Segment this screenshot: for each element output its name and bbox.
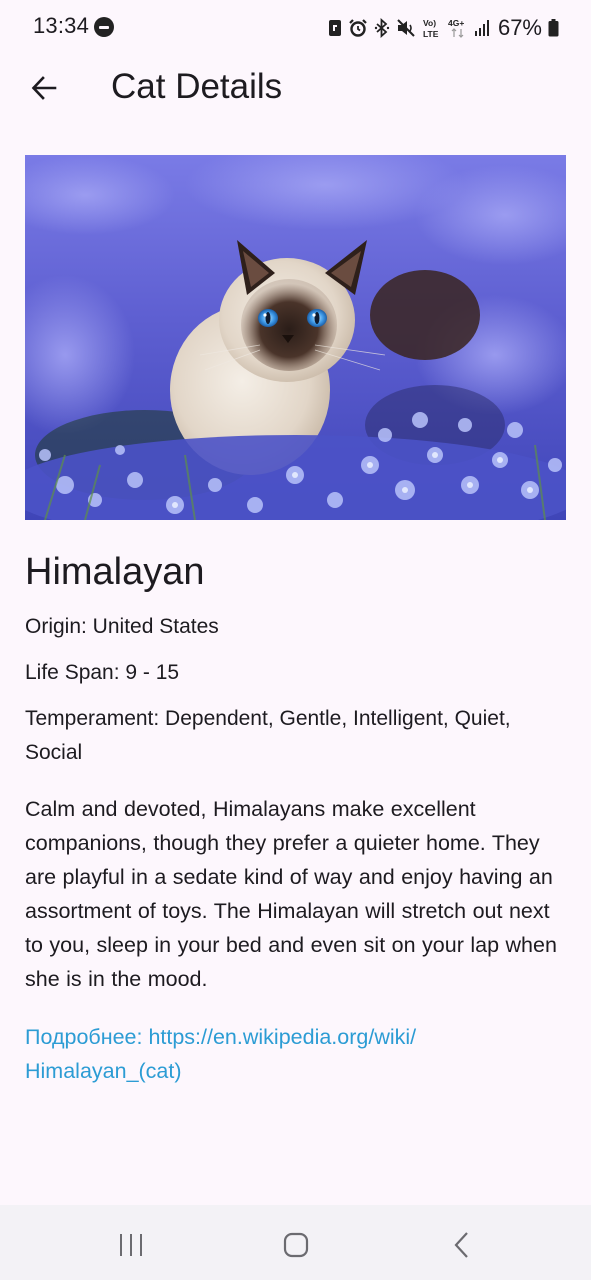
recents-icon (120, 1234, 142, 1256)
home-icon (283, 1232, 309, 1258)
nfc-icon (328, 20, 341, 36)
status-time: 13:34 (33, 13, 90, 38)
dnd-icon (94, 17, 114, 37)
mute-icon (397, 19, 415, 37)
wikipedia-link-line2: Himalayan_(cat) (25, 1059, 182, 1083)
volte-top-label: Vo) (423, 18, 436, 28)
arrow-back-icon (31, 76, 57, 100)
cat-image (25, 155, 566, 520)
volte-icon: Vo) LTE (423, 18, 439, 39)
alarm-icon (349, 19, 367, 37)
back-button[interactable] (22, 66, 66, 110)
chevron-back-icon (454, 1232, 468, 1258)
signal-icon (474, 20, 489, 36)
battery-icon (548, 19, 559, 37)
wikipedia-link[interactable]: Подробнее: https://en.wikipedia.org/wiki… (25, 1020, 566, 1088)
breed-name: Himalayan (25, 551, 205, 593)
temperament-text: Temperament: Dependent, Gentle, Intellig… (25, 707, 511, 764)
volte-bottom-label: LTE (423, 29, 439, 39)
life-span-text: Life Span: 9 - 15 (25, 661, 180, 684)
navigation-bar (0, 1205, 591, 1280)
cat-details: Himalayan Origin: United States Life Spa… (25, 548, 566, 1088)
network-label: 4G+ (448, 18, 464, 28)
home-button[interactable] (276, 1225, 316, 1265)
battery-percent: 67% (497, 15, 542, 40)
bluetooth-icon (374, 18, 390, 38)
wikipedia-link-line1: Подробнее: https://en.wikipedia.org/wiki… (25, 1025, 417, 1049)
system-back-button[interactable] (442, 1225, 482, 1265)
origin-text: Origin: United States (25, 615, 219, 638)
app-bar: Cat Details (0, 56, 591, 120)
4g-icon: 4G+ (448, 18, 464, 38)
recents-button[interactable] (111, 1225, 151, 1265)
description-text: Calm and devoted, Himalayans make excell… (25, 797, 557, 991)
page-title: Cat Details (111, 67, 283, 106)
status-icons: Vo) LTE 4G+ 67% (328, 14, 559, 42)
status-bar: 13:34 Vo) LTE 4G+ 67% (0, 0, 591, 56)
